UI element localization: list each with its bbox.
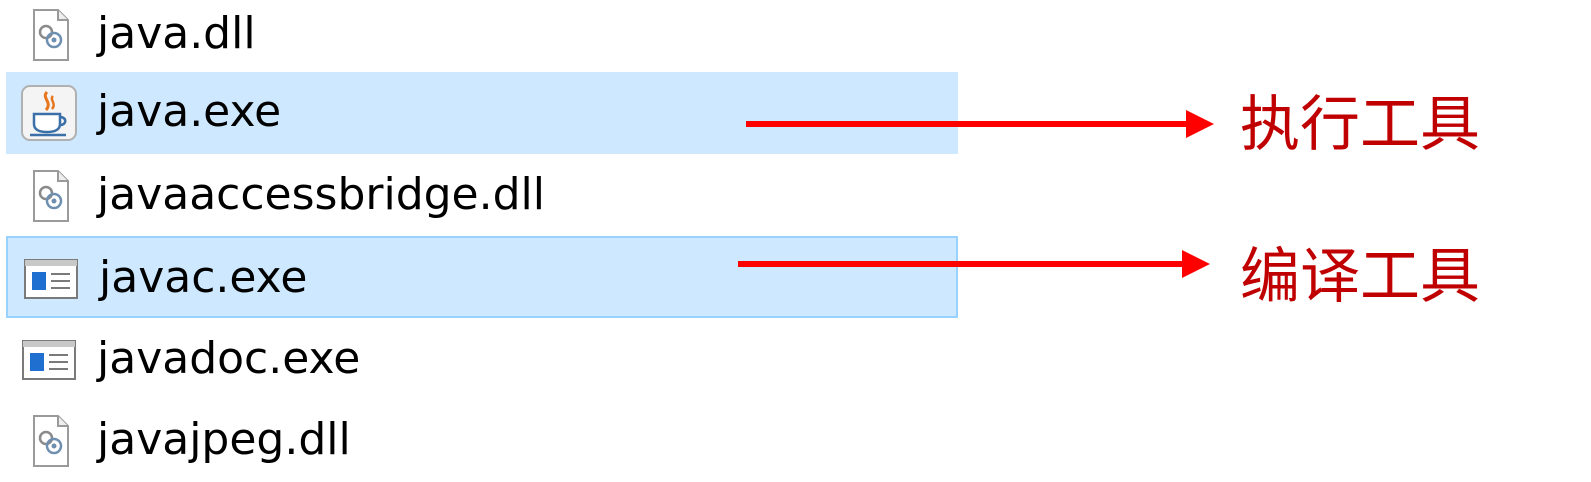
- dll-file-icon: [33, 415, 69, 467]
- file-name: javaaccessbridge.dll: [97, 169, 545, 220]
- file-row-javaaccessbridge-dll[interactable]: javaaccessbridge.dll: [6, 155, 958, 237]
- file-row-javac-exe[interactable]: javac.exe: [6, 236, 958, 318]
- file-name: javajpeg.dll: [97, 414, 351, 465]
- file-row-java-dll[interactable]: java.dll: [6, 0, 958, 76]
- execute-arrow: [746, 110, 1214, 138]
- execute-tool-label: 执行工具: [1240, 90, 1480, 160]
- dll-file-icon: [33, 170, 69, 222]
- file-name: java.exe: [97, 86, 282, 137]
- application-window-icon: [24, 259, 78, 299]
- file-name: javac.exe: [99, 252, 308, 303]
- compile-tool-label: 编译工具: [1240, 242, 1480, 312]
- file-row-java-exe[interactable]: java.exe: [6, 72, 958, 154]
- file-row-javajpeg-dll[interactable]: javajpeg.dll: [6, 400, 958, 482]
- dll-file-icon: [33, 9, 69, 61]
- java-coffee-cup-icon: [21, 85, 77, 141]
- file-row-javadoc-exe[interactable]: javadoc.exe: [6, 319, 958, 401]
- compile-arrow: [738, 250, 1210, 278]
- file-name: java.dll: [97, 8, 256, 59]
- file-name: javadoc.exe: [97, 333, 361, 384]
- file-list: java.dll java.exe javaaccessbridge.dll j…: [0, 0, 960, 467]
- application-window-icon: [22, 340, 76, 380]
